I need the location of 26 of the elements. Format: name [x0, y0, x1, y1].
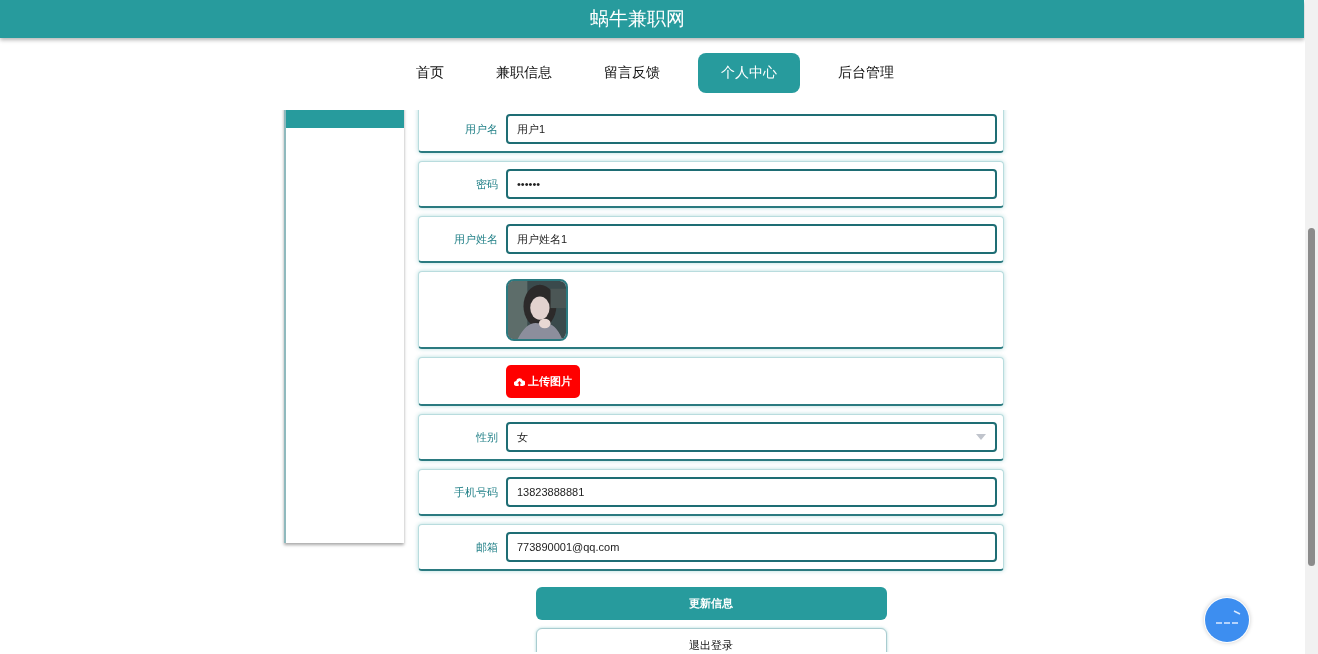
input-field[interactable]: 用户姓名1 [506, 224, 997, 254]
input-field[interactable]: •••••• [506, 169, 997, 199]
dashes-icon [1204, 597, 1250, 643]
caret-icon [976, 434, 986, 440]
floating-button[interactable] [1204, 597, 1250, 643]
field-label: 邮箱 [475, 539, 499, 555]
nav-tab[interactable]: 留言反馈 [589, 53, 674, 93]
site-title: 蜗牛兼职网 [589, 6, 685, 31]
cloud-upload-icon [514, 376, 525, 386]
input-field[interactable]: 13823888881 [506, 477, 997, 507]
field-label: 用户姓名 [453, 231, 499, 247]
nav-tab[interactable]: 兼职信息 [481, 53, 566, 93]
nav-tab[interactable]: 后台管理 [823, 53, 908, 93]
field-label: 手机号码 [453, 484, 499, 500]
input-field[interactable]: 用户1 [506, 114, 997, 144]
scrollbar[interactable] [1305, 0, 1318, 654]
nav-tab[interactable]: 首页 [401, 53, 458, 93]
select-value: 女 [517, 429, 528, 445]
select-field[interactable]: 女 [506, 422, 997, 452]
scrollbar-thumb[interactable] [1308, 228, 1315, 566]
logout-button[interactable]: 退出登录 [535, 628, 887, 652]
upload-button[interactable]: 上传图片 [506, 364, 580, 398]
field-label: 密码 [475, 176, 499, 192]
field-label: 性别 [475, 429, 499, 445]
input-field[interactable]: 773890001@qq.com [506, 532, 997, 562]
field-label: 用户名 [464, 121, 499, 137]
